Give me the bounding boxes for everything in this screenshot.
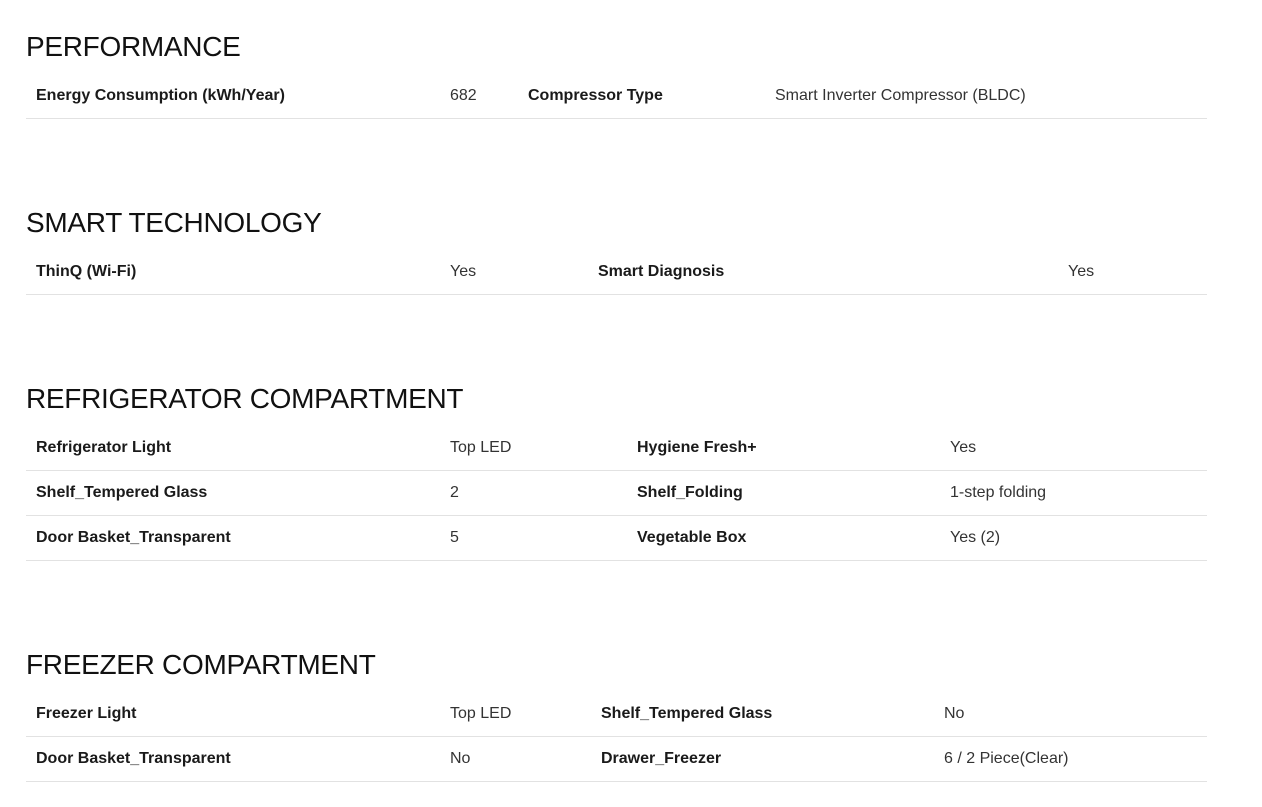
spec-label: Refrigerator Light bbox=[36, 439, 172, 456]
spec-label: Vegetable Box bbox=[637, 529, 747, 546]
spec-table: ThinQ (Wi-Fi) Yes Smart Diagnosis Yes bbox=[26, 250, 1207, 295]
spec-value: Yes bbox=[450, 263, 477, 280]
spec-value: Top LED bbox=[450, 705, 512, 722]
refrigerator-compartment-section: REFRIGERATOR COMPARTMENT Refrigerator Li… bbox=[26, 382, 1207, 561]
spec-label: Energy Consumption (kWh/Year) bbox=[36, 87, 285, 104]
spec-value: 2 bbox=[450, 484, 459, 501]
spec-value: Yes bbox=[1068, 263, 1095, 280]
spec-value: 5 bbox=[450, 529, 459, 546]
spec-value: No bbox=[450, 750, 471, 767]
section-title: PERFORMANCE bbox=[26, 31, 241, 62]
spec-value: 682 bbox=[450, 87, 477, 104]
spec-label: Shelf_Tempered Glass bbox=[601, 705, 773, 722]
spec-row: Door Basket_Transparent 5 Vegetable Box … bbox=[26, 516, 1207, 561]
spec-row: Refrigerator Light Top LED Hygiene Fresh… bbox=[26, 426, 1207, 471]
spec-value: Yes bbox=[950, 439, 977, 456]
spec-label: Hygiene Fresh+ bbox=[637, 439, 757, 456]
section-title: SMART TECHNOLOGY bbox=[26, 207, 322, 238]
spec-label: Compressor Type bbox=[528, 87, 663, 104]
spec-value: 1-step folding bbox=[950, 484, 1047, 501]
spec-label: Door Basket_Transparent bbox=[36, 750, 231, 767]
spec-label: Smart Diagnosis bbox=[598, 263, 725, 280]
spec-value: Smart Inverter Compressor (BLDC) bbox=[775, 87, 1026, 104]
spec-page: PERFORMANCE Energy Consumption (kWh/Year… bbox=[0, 0, 1262, 807]
section-title: FREEZER COMPARTMENT bbox=[26, 649, 376, 680]
performance-section: PERFORMANCE Energy Consumption (kWh/Year… bbox=[26, 30, 1207, 119]
spec-row: Freezer Light Top LED Shelf_Tempered Gla… bbox=[26, 692, 1207, 737]
spec-row: Door Basket_Transparent No Drawer_Freeze… bbox=[26, 737, 1207, 782]
spec-table: Energy Consumption (kWh/Year) 682 Compre… bbox=[26, 74, 1207, 119]
spec-row: Shelf_Tempered Glass 2 Shelf_Folding 1-s… bbox=[26, 471, 1207, 516]
section-title: REFRIGERATOR COMPARTMENT bbox=[26, 383, 464, 414]
spec-label: ThinQ (Wi-Fi) bbox=[36, 263, 137, 280]
spec-value: 6 / 2 Piece(Clear) bbox=[944, 750, 1069, 767]
spec-value: Yes (2) bbox=[950, 529, 1001, 546]
spec-label: Drawer_Freezer bbox=[601, 750, 722, 767]
spec-label: Door Basket_Transparent bbox=[36, 529, 231, 546]
freezer-compartment-section: FREEZER COMPARTMENT Freezer Light Top LE… bbox=[26, 648, 1207, 782]
spec-value: No bbox=[944, 705, 965, 722]
spec-row: Energy Consumption (kWh/Year) 682 Compre… bbox=[26, 74, 1207, 119]
spec-table: Refrigerator Light Top LED Hygiene Fresh… bbox=[26, 426, 1207, 561]
smart-technology-section: SMART TECHNOLOGY ThinQ (Wi-Fi) Yes Smart… bbox=[26, 206, 1207, 295]
spec-row: ThinQ (Wi-Fi) Yes Smart Diagnosis Yes bbox=[26, 250, 1207, 295]
spec-value: Top LED bbox=[450, 439, 512, 456]
spec-table: Freezer Light Top LED Shelf_Tempered Gla… bbox=[26, 692, 1207, 782]
spec-label: Shelf_Folding bbox=[637, 484, 743, 501]
spec-label: Freezer Light bbox=[36, 705, 137, 722]
spec-label: Shelf_Tempered Glass bbox=[36, 484, 208, 501]
